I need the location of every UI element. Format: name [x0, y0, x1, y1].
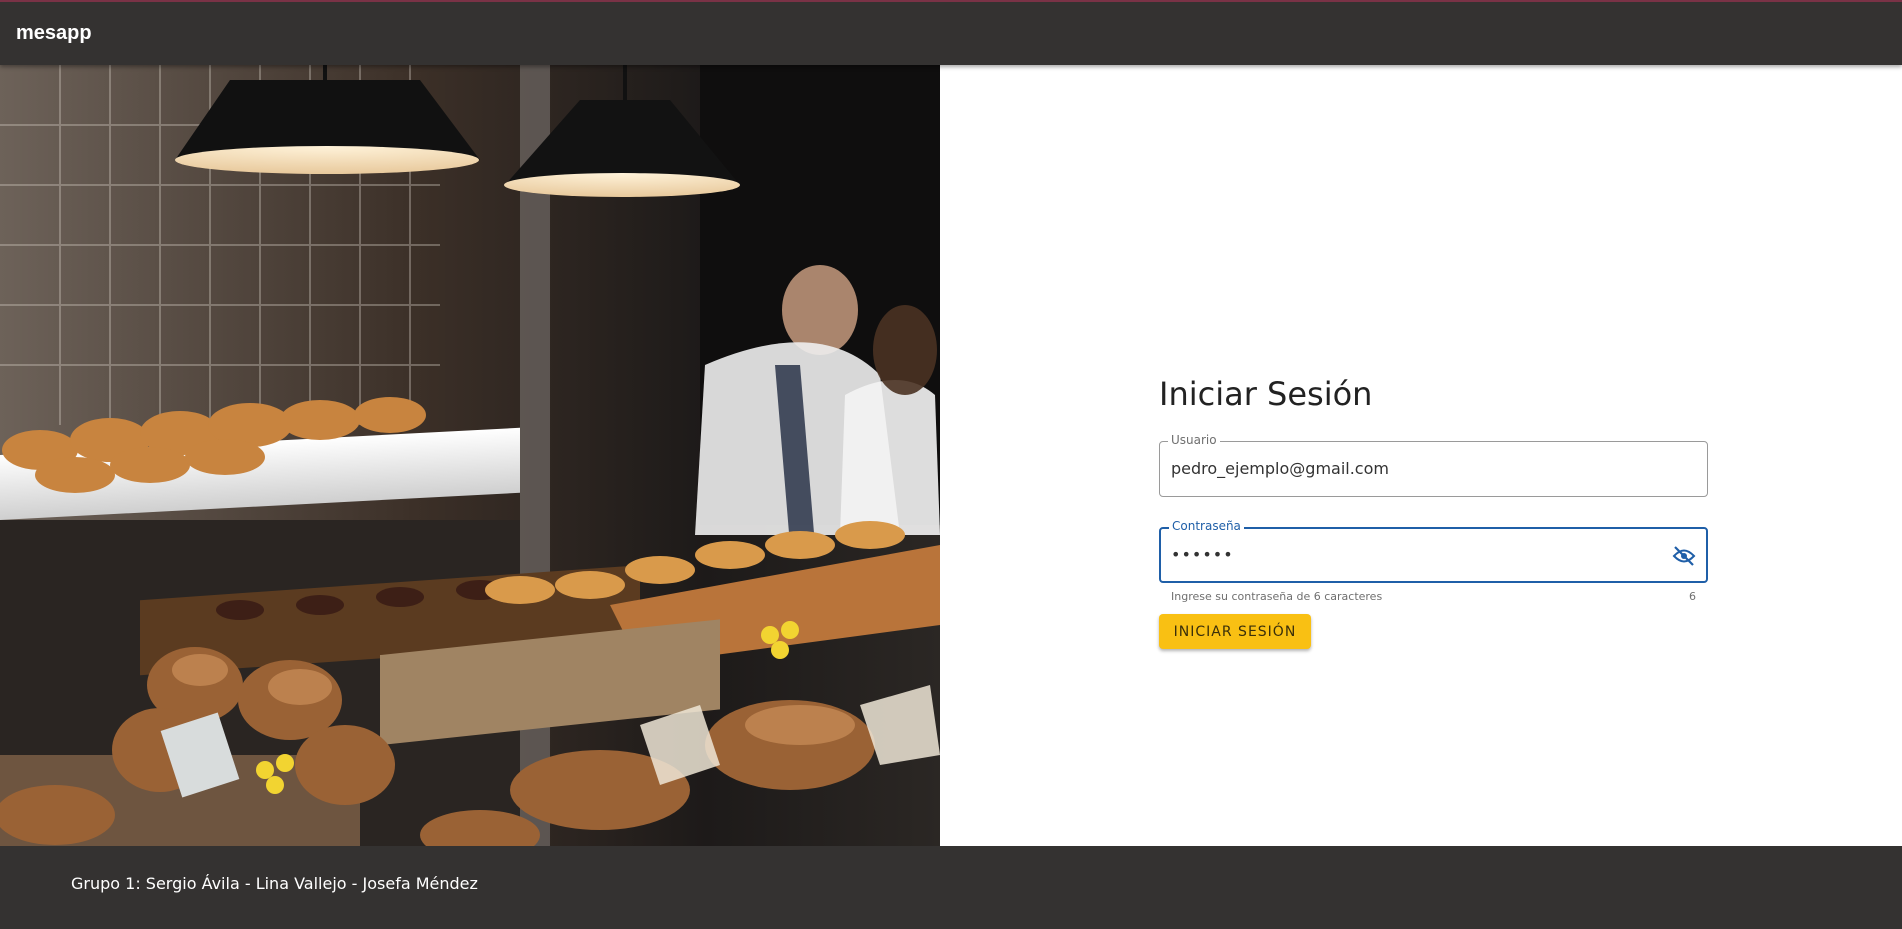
username-input[interactable] — [1171, 459, 1651, 478]
username-field[interactable]: Usuario — [1159, 433, 1708, 497]
password-helper-text: Ingrese su contraseña de 6 caracteres — [1171, 590, 1383, 603]
login-button[interactable]: INICIAR SESIÓN — [1159, 614, 1311, 649]
footer-credits: Grupo 1: Sergio Ávila - Lina Vallejo - J… — [71, 874, 478, 893]
password-input[interactable]: •••••• — [1171, 545, 1651, 564]
brand-logo[interactable]: mesapp — [16, 22, 92, 45]
password-char-counter: 6 — [1689, 590, 1696, 603]
login-title: Iniciar Sesión — [1159, 375, 1373, 413]
app-header: mesapp — [0, 0, 1902, 65]
app-footer: Grupo 1: Sergio Ávila - Lina Vallejo - J… — [0, 846, 1902, 929]
eye-off-icon[interactable] — [1672, 544, 1696, 568]
username-label: Usuario — [1168, 433, 1220, 447]
password-label: Contraseña — [1169, 519, 1244, 533]
hero-image — [0, 65, 940, 846]
password-field[interactable]: Contraseña •••••• — [1159, 519, 1708, 583]
